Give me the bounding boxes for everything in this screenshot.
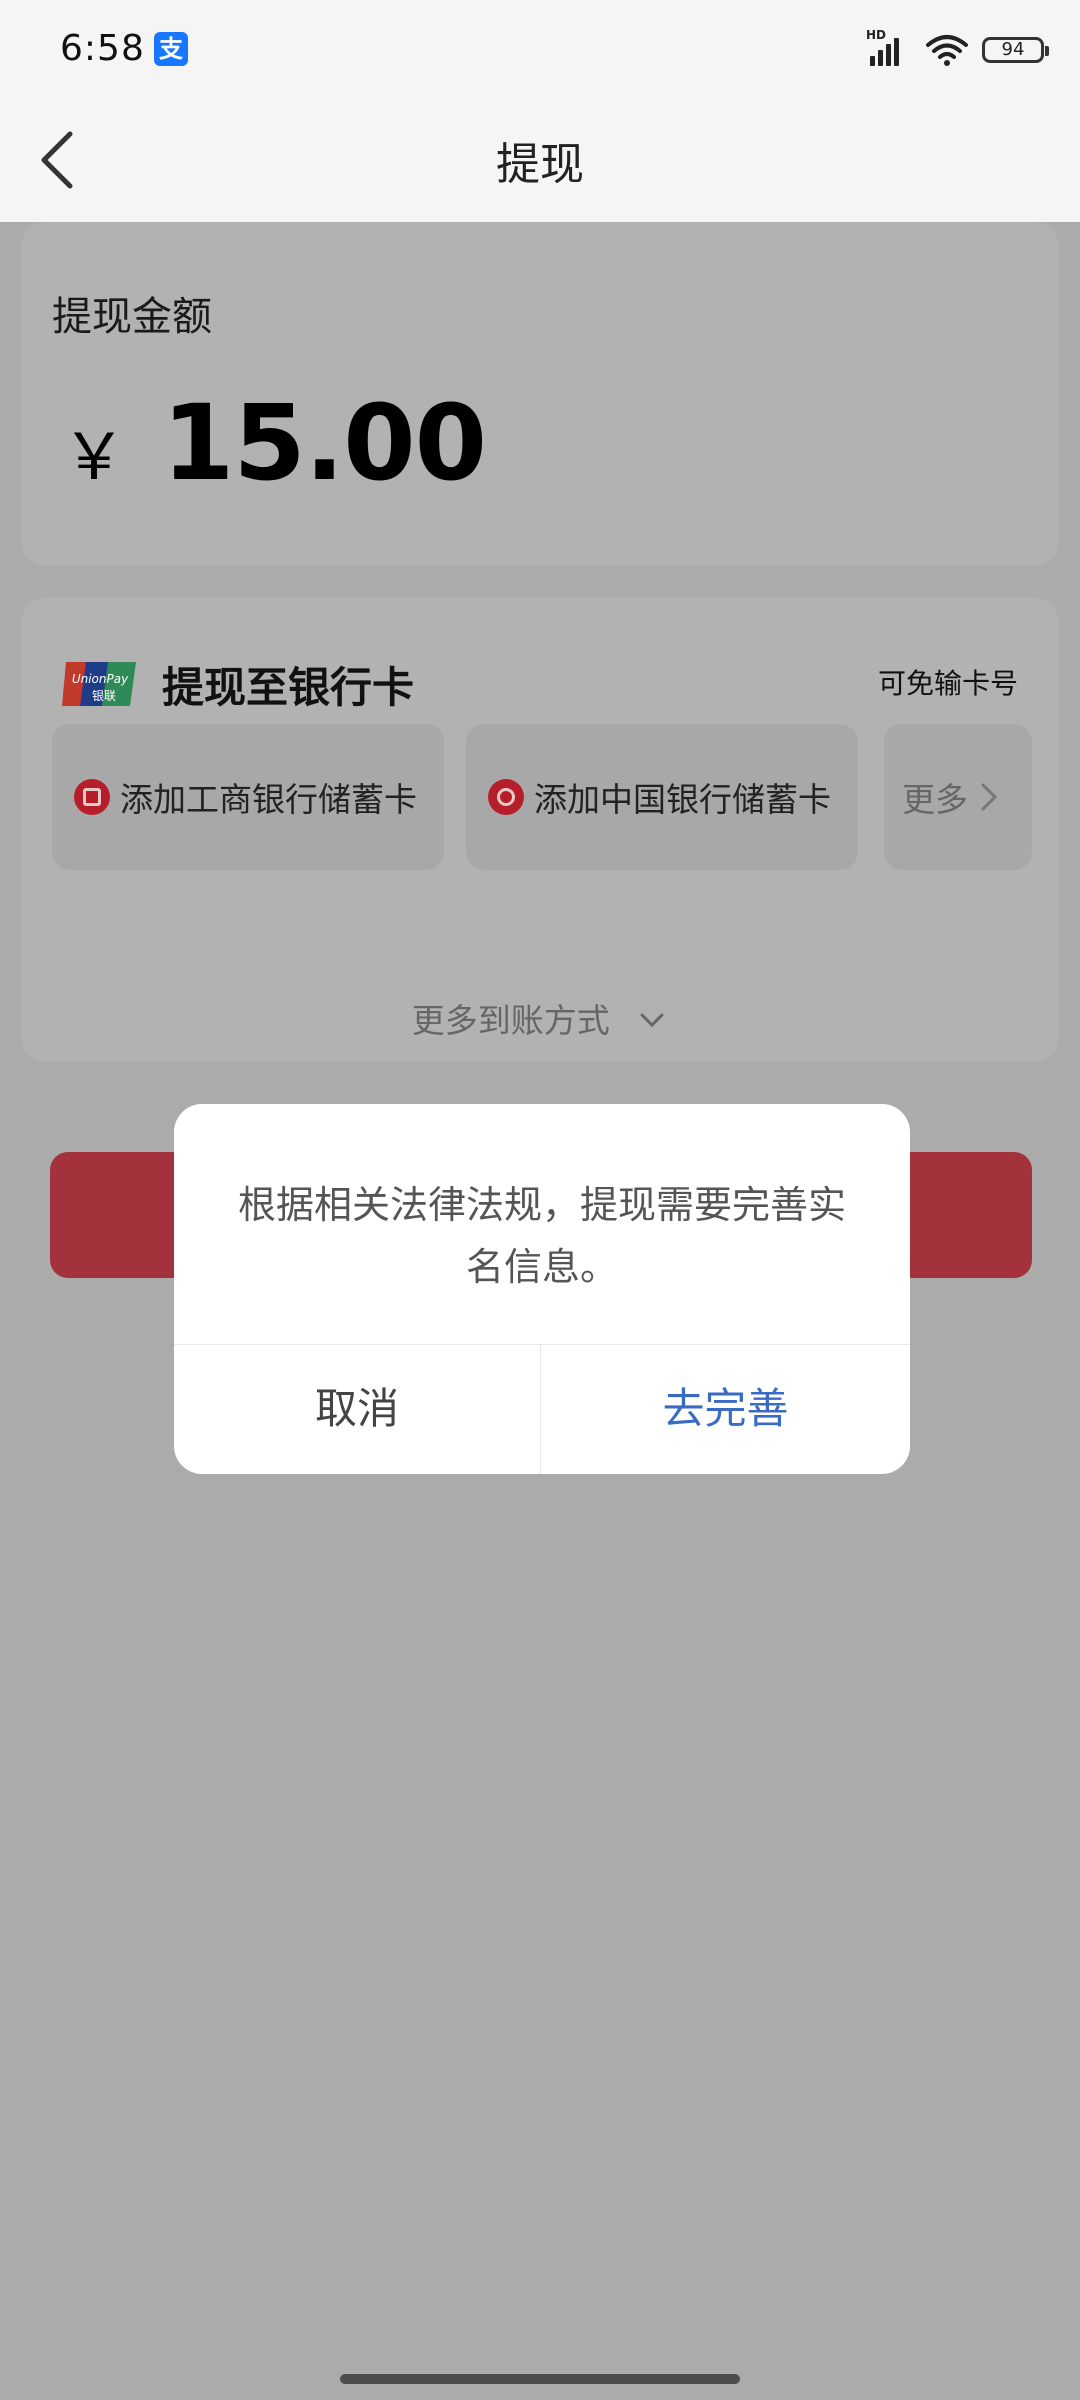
add-boc-card-button[interactable]: 添加中国银行储蓄卡 [466,724,858,870]
cancel-button[interactable]: 取消 [174,1344,540,1474]
home-indicator[interactable] [340,2374,740,2384]
amount-value: 15.00 [162,382,487,504]
option-label: 添加中国银行储蓄卡 [534,780,831,819]
nav-bar: 提现 [0,98,1080,222]
icbc-icon [74,779,110,815]
realname-dialog: 根据相关法律法规，提现需要完善实名信息。 取消 去完善 [174,1104,910,1474]
bank-card-section: UnionPay 银联 提现至银行卡 可免输卡号 添加工商银行储蓄卡 添加中国银… [22,598,1058,1062]
no-card-hint[interactable]: 可免输卡号 [878,662,1018,702]
battery-indicator: 94 [982,37,1049,63]
amount-label: 提现金额 [52,294,212,340]
page-title: 提现 [496,139,584,190]
complete-info-button[interactable]: 去完善 [541,1344,910,1474]
chevron-right-icon [981,783,998,811]
amount-card: 提现金额 ￥ 15.00 [22,222,1058,566]
add-icbc-card-button[interactable]: 添加工商银行储蓄卡 [52,724,444,870]
option-label: 添加工商银行储蓄卡 [120,780,417,819]
wifi-icon [926,35,968,66]
status-icons: HD 94 [866,28,1049,70]
unionpay-logo-icon: UnionPay 银联 [62,662,136,706]
option-label: 更多 [902,780,968,819]
status-bar: 6:58 支 HD 94 [0,0,1080,98]
status-time: 6:58 [60,28,145,69]
currency-symbol: ￥ [62,421,126,495]
boc-icon [488,779,524,815]
more-banks-button[interactable]: 更多 [884,724,1032,870]
bank-section-title: 提现至银行卡 [162,663,415,712]
dialog-message: 根据相关法律法规，提现需要完善实名信息。 [237,1183,846,1289]
alipay-icon: 支 [154,32,188,66]
amount-field[interactable]: ￥ 15.00 [62,382,487,504]
more-payout-methods[interactable]: 更多到账方式 [22,994,1058,1042]
svg-text:银联: 银联 [92,689,116,703]
svg-text:UnionPay: UnionPay [72,672,129,686]
signal-icon: HD [866,28,912,68]
chevron-down-icon [640,1013,664,1028]
